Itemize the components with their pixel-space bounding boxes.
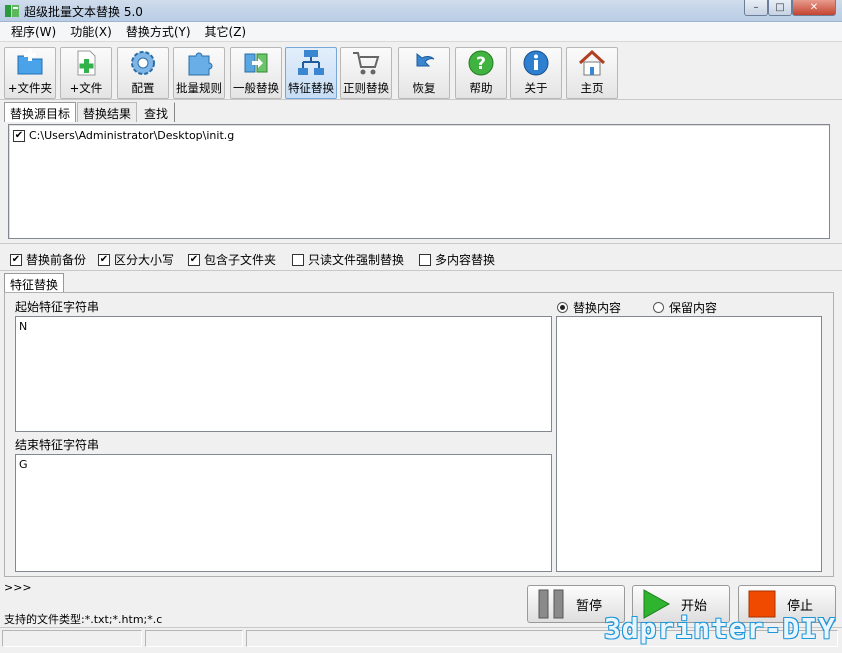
list-item[interactable]: ✔ C:\Users\Administrator\Desktop\init.g	[13, 129, 234, 142]
subfolder-option[interactable]: ✔ 包含子文件夹	[188, 251, 276, 268]
start-string-label: 起始特征字符串	[15, 300, 100, 314]
tab-source-target[interactable]: 替换源目标	[4, 102, 77, 122]
replace-content-radio[interactable]: 替换内容	[557, 299, 621, 316]
backup-option[interactable]: ✔ 替换前备份	[10, 251, 86, 268]
case-sensitive-checkbox[interactable]: ✔	[98, 253, 110, 266]
start-label: 开始	[681, 598, 708, 614]
add-file-button[interactable]: +文件	[60, 47, 112, 99]
file-checkbox[interactable]: ✔	[13, 129, 25, 142]
pause-label: 暂停	[576, 598, 603, 614]
file-add-icon	[77, 50, 96, 76]
case-sensitive-label: 区分大小写	[114, 253, 175, 267]
source-tabs: 替换源目标 替换结果 查找	[4, 102, 176, 122]
status-cell-1	[2, 630, 142, 647]
replace-content-label: 替换内容	[573, 301, 622, 315]
menu-replace-mode[interactable]: 替换方式(Y)	[119, 23, 198, 40]
swap-icon	[244, 53, 268, 73]
feature-replace-button[interactable]: 特征替换	[285, 47, 337, 99]
svg-text:?: ?	[476, 54, 486, 74]
add-folder-button[interactable]: +文件夹	[4, 47, 56, 99]
options-row: ✔ 替换前备份 ✔ 区分大小写 ✔ 包含子文件夹 只读文件强制替换 多内容替换	[0, 243, 842, 271]
backup-checkbox[interactable]: ✔	[10, 253, 22, 266]
multi-content-checkbox[interactable]	[419, 253, 431, 266]
file-path: C:\Users\Administrator\Desktop\init.g	[29, 129, 235, 142]
mode-tabs: 特征替换	[4, 273, 65, 293]
window-title: 超级批量文本替换 5.0	[24, 5, 143, 19]
multi-content-label: 多内容替换	[435, 253, 496, 267]
replacement-content-input[interactable]	[556, 316, 822, 572]
gear-icon	[131, 51, 155, 75]
normal-replace-button[interactable]: 一般替换	[230, 47, 282, 99]
start-string-input[interactable]: N	[15, 316, 552, 432]
end-string-label: 结束特征字符串	[15, 438, 100, 452]
app-icon	[5, 5, 19, 17]
menu-other[interactable]: 其它(Z)	[198, 23, 254, 40]
pause-icon	[538, 589, 564, 619]
toolbar: +文件夹 +文件 配置 批量规则 一般替换 特征替换 正则替换 恢复 ? 帮助 …	[0, 43, 842, 100]
title-bar[interactable]: 超级批量文本替换 5.0 – □ ✕	[0, 0, 842, 22]
folder-add-icon	[17, 49, 43, 75]
tab-find[interactable]: 查找	[138, 102, 176, 122]
readonly-force-label: 只读文件强制替换	[308, 253, 405, 267]
flowchart-icon	[298, 50, 324, 75]
home-icon	[578, 49, 606, 76]
help-icon: ?	[468, 50, 494, 76]
puzzle-icon	[188, 52, 213, 76]
tab-replace-result[interactable]: 替换结果	[77, 102, 138, 122]
config-button[interactable]: 配置	[117, 47, 169, 99]
subfolder-label: 包含子文件夹	[204, 253, 277, 267]
menu-bar: 程序(W) 功能(X) 替换方式(Y) 其它(Z)	[0, 22, 842, 42]
backup-label: 替换前备份	[26, 253, 87, 267]
watermark: 3dprinter-DIY	[603, 612, 836, 645]
restore-button[interactable]: 恢复	[398, 47, 450, 99]
file-list[interactable]: ✔ C:\Users\Administrator\Desktop\init.g	[8, 124, 830, 239]
window-controls: – □ ✕	[744, 0, 836, 16]
maximize-button[interactable]: □	[768, 0, 792, 16]
subfolder-checkbox[interactable]: ✔	[188, 253, 200, 266]
minimize-button[interactable]: –	[744, 0, 768, 16]
keep-content-label: 保留内容	[669, 301, 718, 315]
info-icon	[523, 50, 549, 76]
log-prompt: >>>	[4, 581, 32, 594]
readonly-force-option[interactable]: 只读文件强制替换	[292, 251, 404, 268]
tab-feature-replace[interactable]: 特征替换	[4, 273, 65, 293]
menu-program[interactable]: 程序(W)	[4, 23, 63, 40]
close-button[interactable]: ✕	[792, 0, 836, 16]
home-button[interactable]: 主页	[566, 47, 618, 99]
readonly-force-checkbox[interactable]	[292, 253, 304, 266]
supported-file-types: 支持的文件类型:*.txt;*.htm;*.c	[4, 613, 163, 626]
case-sensitive-option[interactable]: ✔ 区分大小写	[98, 251, 174, 268]
radio-selected[interactable]	[557, 302, 568, 313]
cart-icon	[353, 52, 380, 75]
multi-content-option[interactable]: 多内容替换	[419, 251, 495, 268]
batch-rules-button[interactable]: 批量规则	[173, 47, 225, 99]
about-button[interactable]: 关于	[510, 47, 562, 99]
stop-label: 停止	[787, 598, 814, 614]
radio-unselected[interactable]	[653, 302, 664, 313]
undo-icon	[416, 52, 435, 67]
keep-content-radio[interactable]: 保留内容	[653, 299, 717, 316]
status-cell-2	[145, 630, 243, 647]
end-string-input[interactable]: G	[15, 454, 552, 572]
help-button[interactable]: ? 帮助	[455, 47, 507, 99]
regex-replace-button[interactable]: 正则替换	[340, 47, 392, 99]
feature-replace-panel: 起始特征字符串 N 结束特征字符串 G 替换内容 保留内容	[4, 292, 834, 577]
menu-function[interactable]: 功能(X)	[63, 23, 119, 40]
